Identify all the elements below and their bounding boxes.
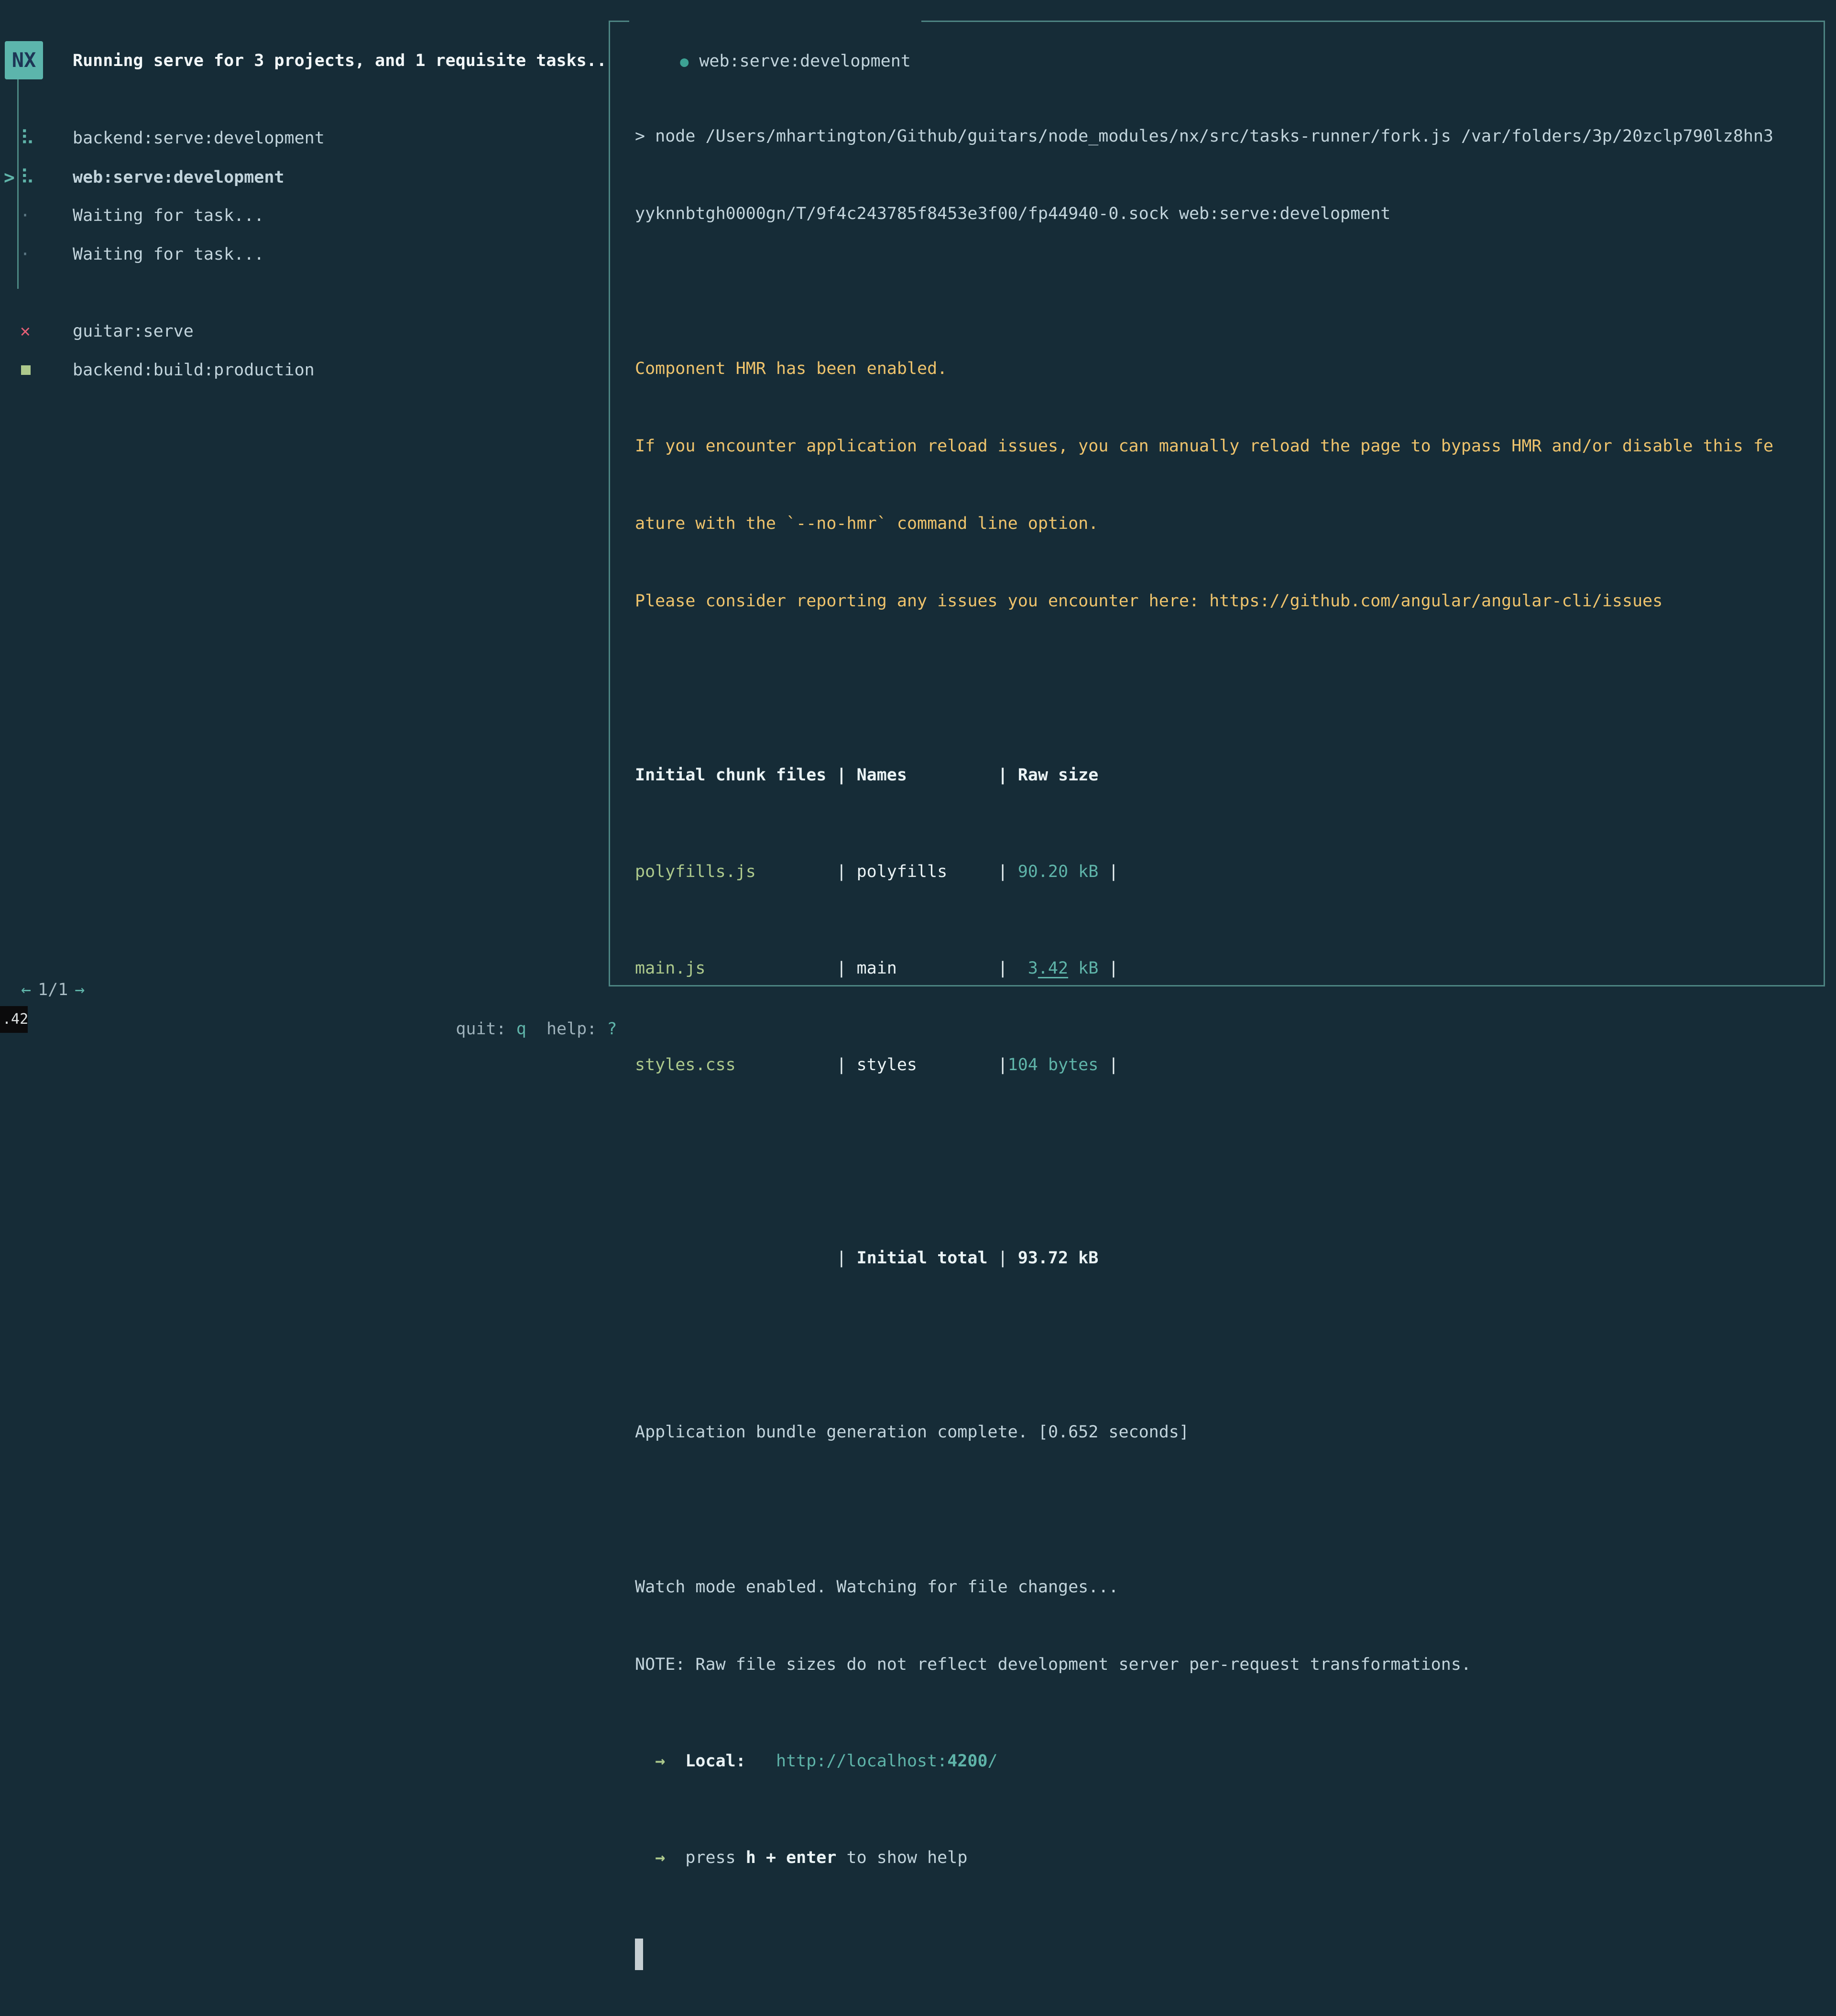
watch-mode-line: Watch mode enabled. Watching for file ch… — [635, 1567, 1824, 1607]
task-label: backend:serve:development — [73, 119, 325, 158]
terminal-command-line-2: yyknnbtgh0000gn/T/9f4c243785f8453e3f00/f… — [635, 194, 1824, 233]
pager-next-arrow-icon[interactable]: → — [75, 980, 85, 999]
nx-logo: NX — [5, 41, 43, 79]
chunk-table-header: Initial chunk files| Names|Raw size — [635, 756, 1824, 795]
task-row-backend-build[interactable]: backend:build:production — [0, 351, 602, 390]
blank-line — [635, 1335, 1824, 1374]
hmr-line-4: Please consider reporting any issues you… — [635, 581, 1824, 621]
blank-line — [635, 272, 1824, 311]
pager: ← 1/1 → — [21, 970, 91, 1009]
hmr-line-2: If you encounter application reload issu… — [635, 427, 1824, 466]
terminal-cursor — [635, 1939, 643, 1970]
quit-key: q — [516, 1019, 526, 1039]
task-label: backend:build:production — [73, 351, 315, 390]
blank-line — [635, 659, 1824, 698]
bundle-complete-line: Application bundle generation complete. … — [635, 1413, 1824, 1452]
terminal-output: > node /Users/mhartington/Github/guitars… — [635, 78, 1824, 2016]
task-row-web-serve[interactable]: > ⠧ web:serve:development — [0, 158, 602, 197]
task-label: web:serve:development — [73, 158, 284, 197]
task-label: guitar:serve — [73, 312, 194, 351]
pager-label: 1/1 — [38, 980, 68, 999]
panel-title: ●web:serve:development — [629, 2, 921, 42]
help-hint-line: → press h + enter to show help — [635, 1838, 1824, 1877]
localhost-link[interactable]: http://localhost:4200/ — [776, 1752, 998, 1771]
arrow-icon: → — [635, 1752, 685, 1771]
task-label: Waiting for task... — [73, 235, 264, 274]
hmr-line-1: Component HMR has been enabled. — [635, 349, 1824, 388]
waiting-dot-icon: · — [20, 235, 30, 274]
task-row-waiting-2[interactable]: · Waiting for task... — [0, 235, 602, 274]
chunk-table-total-row: | Initial total|93.72 kB — [635, 1238, 1824, 1278]
task-output-panel: ● web:serve:development > node /Users/mha… — [609, 21, 1825, 986]
arrow-icon: → — [635, 1848, 685, 1867]
task-row-guitar-serve[interactable]: ✕ guitar:serve — [0, 312, 602, 351]
waiting-dot-icon: · — [20, 196, 30, 235]
spinner-icon: ⠧ — [20, 119, 35, 158]
hotkey-hints: quit: q help: ? — [415, 970, 617, 1009]
task-row-backend-serve[interactable]: ⠧ backend:serve:development — [0, 119, 602, 158]
hmr-line-3: ature with the `--no-hmr` command line o… — [635, 504, 1824, 543]
spinner-icon: ⠧ — [20, 158, 35, 197]
blank-line — [635, 1490, 1824, 1529]
help-keys: h + enter — [746, 1848, 837, 1867]
status-dot-icon: ● — [680, 54, 688, 70]
help-hint-label: help: — [546, 1019, 607, 1039]
local-label: Local: — [685, 1752, 745, 1771]
blank-line — [635, 1142, 1824, 1181]
terminal-command-line-1: > node /Users/mhartington/Github/guitars… — [635, 117, 1824, 156]
chunk-table-row: main.js| main|3.42 kB | — [635, 949, 1824, 988]
help-key: ? — [607, 1019, 617, 1039]
quit-hint-label: quit: — [456, 1019, 516, 1039]
task-row-waiting-1[interactable]: · Waiting for task... — [0, 196, 602, 235]
local-url-line: → Local: http://localhost:4200/ — [635, 1742, 1824, 1781]
failed-cross-icon: ✕ — [20, 312, 31, 351]
note-line: NOTE: Raw file sizes do not reflect deve… — [635, 1645, 1824, 1684]
selected-caret-icon: > — [4, 158, 15, 197]
panel-title-label: web:serve:development — [699, 52, 911, 71]
hint-gap — [526, 1019, 546, 1039]
corner-overlay: .42 — [0, 1006, 28, 1033]
chunk-table-row: polyfills.js| polyfills|90.20 kB | — [635, 852, 1824, 891]
chunk-table-row: styles.css| styles|104 bytes | — [635, 1045, 1824, 1085]
cursor-line — [635, 1939, 1824, 1978]
success-square-icon — [21, 365, 31, 375]
task-sidebar: NX Running serve for 3 projects, and 1 r… — [0, 0, 608, 1033]
pager-prev-arrow-icon[interactable]: ← — [21, 980, 31, 999]
task-label: Waiting for task... — [73, 196, 264, 235]
run-summary-heading: Running serve for 3 projects, and 1 requ… — [73, 41, 607, 80]
